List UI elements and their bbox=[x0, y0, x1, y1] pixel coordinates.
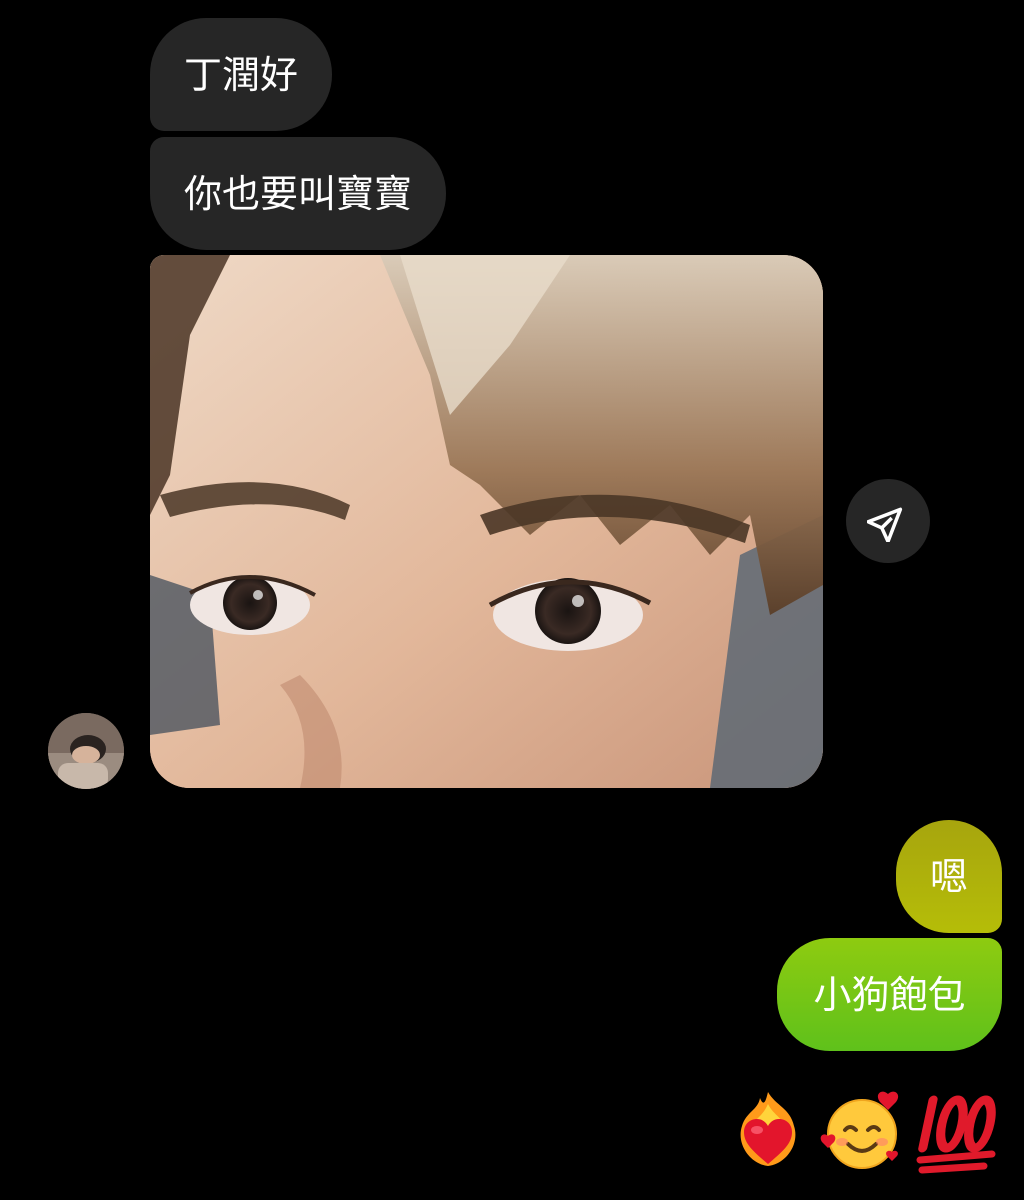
message-text: 嗯 bbox=[929, 854, 968, 899]
incoming-photo-message[interactable] bbox=[150, 255, 823, 788]
profile-avatar bbox=[48, 713, 124, 789]
paper-plane-icon bbox=[867, 507, 903, 542]
fire-heart-emoji-icon bbox=[740, 1091, 796, 1166]
photo-image bbox=[150, 255, 823, 788]
message-text: 丁潤好 bbox=[184, 52, 299, 97]
hundred-points-emoji-icon bbox=[916, 1095, 996, 1173]
outgoing-message-bubble[interactable]: 嗯 bbox=[896, 820, 1002, 933]
sender-avatar[interactable] bbox=[48, 713, 124, 789]
outgoing-message-bubble[interactable]: 小狗飽包 bbox=[777, 938, 1002, 1051]
incoming-message-bubble[interactable]: 你也要叫寶寶 bbox=[150, 137, 447, 250]
message-text: 小狗飽包 bbox=[813, 972, 966, 1017]
share-button[interactable] bbox=[846, 479, 930, 563]
incoming-message-bubble[interactable]: 丁潤好 bbox=[150, 18, 333, 131]
smiling-face-with-hearts-emoji-icon bbox=[820, 1091, 899, 1169]
message-text: 你也要叫寶寶 bbox=[184, 171, 413, 216]
message-reactions[interactable] bbox=[724, 1082, 1000, 1177]
